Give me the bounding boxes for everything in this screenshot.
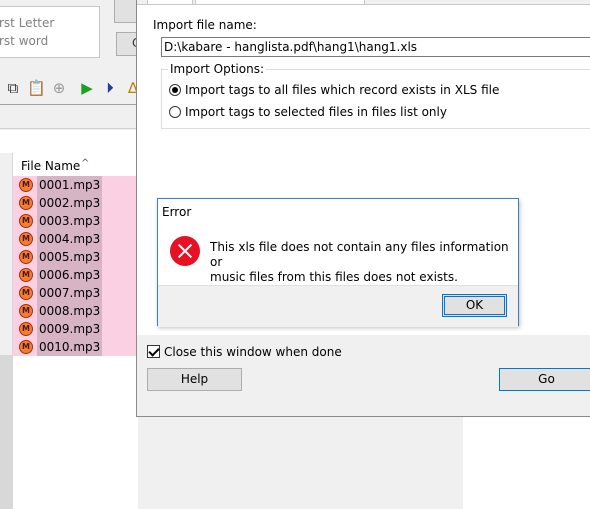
file-list-row[interactable]: M 0007.mp3 (13, 284, 138, 302)
radio-import-selected-label: Import tags to selected files in files l… (185, 104, 447, 119)
error-dialog: Error This xls file does not contain any… (157, 198, 519, 327)
file-list-row[interactable]: M 0010.mp3 (13, 338, 138, 356)
file-list-scroll-area[interactable] (0, 355, 12, 509)
file-name: 0004.mp3 (37, 230, 103, 248)
mp3-file-icon: M (19, 196, 33, 210)
case-option-first-letter[interactable]: rst Letter (0, 16, 54, 30)
toolbar-divider (0, 104, 138, 105)
case-option-first-word[interactable]: rst word (0, 34, 48, 48)
radio-button-unselected[interactable] (169, 105, 181, 118)
file-name: 0003.mp3 (37, 212, 103, 230)
import-file-input[interactable]: D:\kabare - hanglista.pdf\hang1\hang1.xl… (161, 37, 590, 57)
close-when-done-checkbox-row[interactable]: Close this window when done (147, 344, 342, 359)
sort-ascending-icon: ^ (81, 158, 90, 169)
close-when-done-label: Close this window when done (164, 344, 342, 359)
mp3-file-icon: M (19, 214, 33, 228)
file-name: 0010.mp3 (37, 338, 103, 356)
file-list-row[interactable]: M 0003.mp3 (13, 212, 138, 230)
mp3-file-icon: M (19, 340, 33, 354)
file-name: 0007.mp3 (37, 284, 103, 302)
error-dialog-footer: OK (158, 285, 518, 327)
radio-import-all[interactable]: Import tags to all files which record ex… (169, 82, 499, 98)
play-icon[interactable]: ▶ (78, 79, 96, 97)
file-name: 0005.mp3 (37, 248, 103, 266)
radio-import-all-label: Import tags to all files which record ex… (185, 82, 500, 97)
mp3-file-icon: M (19, 286, 33, 300)
import-file-value: D:\kabare - hanglista.pdf\hang1\hang1.xl… (164, 40, 418, 54)
file-list-row[interactable]: M 0004.mp3 (13, 230, 138, 248)
radio-import-selected[interactable]: Import tags to selected files in files l… (169, 104, 447, 120)
mp3-file-icon: M (19, 268, 33, 282)
file-name: 0006.mp3 (37, 266, 103, 284)
error-icon (170, 236, 200, 266)
file-list-row[interactable]: M 0009.mp3 (13, 320, 138, 338)
play-selected-icon[interactable]: ⏵ (101, 79, 119, 97)
file-list-row[interactable]: M 0006.mp3 (13, 266, 138, 284)
file-name: 0001.mp3 (37, 176, 103, 194)
copy-icon[interactable]: ⧉ (4, 79, 22, 97)
close-when-done-checkbox[interactable] (147, 345, 160, 358)
column-header-label: File Name (21, 159, 81, 173)
radio-button-selected[interactable] (169, 83, 181, 96)
column-header-file-name[interactable]: File Name ^ (13, 156, 138, 177)
mp3-file-icon: M (19, 232, 33, 246)
ok-button[interactable]: OK (442, 294, 507, 317)
file-name: 0002.mp3 (37, 194, 103, 212)
mp3-file-icon: M (19, 250, 33, 264)
import-options-group: Import Options: Import tags to all files… (161, 62, 590, 129)
mp3-file-icon: M (19, 322, 33, 336)
paste-icon[interactable]: 📋 (27, 79, 46, 97)
file-list-row[interactable]: M 0008.mp3 (13, 302, 138, 320)
mp3-file-icon: M (19, 178, 33, 192)
error-message-line-1: This xls file does not contain any files… (210, 240, 509, 269)
file-list-row[interactable]: M 0001.mp3 (13, 176, 138, 194)
paste-special-icon[interactable]: ⊕ (50, 79, 68, 97)
import-file-label: Import file name: (153, 18, 257, 32)
error-message: This xls file does not contain any files… (210, 240, 510, 285)
error-dialog-title: Error (162, 205, 192, 219)
file-name: 0009.mp3 (37, 320, 103, 338)
import-options-legend: Import Options: (168, 62, 266, 76)
main-toolbar: ⧉ 📋 ⊕ ▶ ⏵ ∆ (0, 75, 138, 101)
file-list-row[interactable]: M 0005.mp3 (13, 248, 138, 266)
case-options-group: rst Letter rst word (0, 6, 100, 58)
toolbar-divider-lower (0, 128, 138, 129)
main-window-lower-area (138, 412, 463, 509)
file-name: 0008.mp3 (37, 302, 103, 320)
error-message-line-2: music files from this files does not exi… (210, 270, 458, 284)
file-list-row[interactable]: M 0002.mp3 (13, 194, 138, 212)
go-button[interactable]: Go (499, 368, 590, 391)
mp3-file-icon: M (19, 304, 33, 318)
help-button[interactable]: Help (147, 368, 242, 391)
